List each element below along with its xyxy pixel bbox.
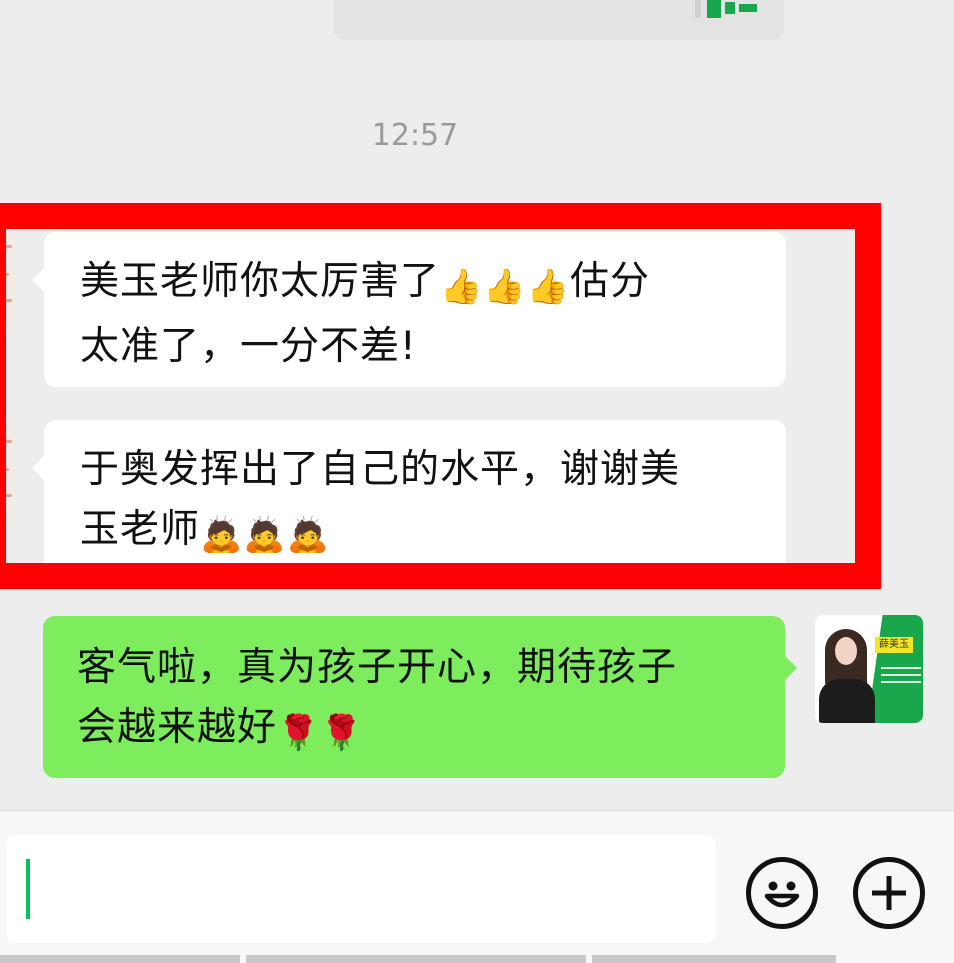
incoming-message-bubble[interactable]: 美玉老师你太厉害了👍👍👍估分 太准了，一分不差! [32,232,786,387]
message-line: 美玉老师你太厉害了👍👍👍估分 [80,252,756,317]
message-line: 会越来越好🌹🌹 [77,698,755,763]
message-line: 玉老师🙇🙇🙇 [80,500,756,565]
message-text: 美玉老师你太厉害了 [80,259,441,304]
previous-message-icon [695,0,757,18]
rose-icon: 🌹 [320,713,364,753]
thumbs-up-icon: 👍 [440,267,484,307]
sender-avatar[interactable] [0,225,16,329]
emoji-button[interactable] [746,857,818,929]
bowing-person-icon: 🙇 [286,515,331,555]
outgoing-message-bubble[interactable]: 客气啦，真为孩子开心，期待孩子 会越来越好🌹🌹 [43,616,797,778]
smiley-icon [764,881,800,908]
chat-area[interactable]: 12:57 美玉老师你太厉害了👍👍👍估分 太准了，一分不差! 于奥发挥出了自己的… [0,0,954,810]
more-options-button[interactable] [853,857,925,929]
message-line: 客气啦，真为孩子开心，期待孩子 [77,638,755,698]
message-text: 客气啦，真为孩子开心，期待孩子 [77,645,678,690]
message-text: 会越来越好 [77,705,278,750]
message-text: 估分 [570,259,651,304]
avatar-name-tag: 薛美玉 [875,637,913,653]
thumbs-up-icon: 👍 [526,267,571,307]
avatar-portrait-face [835,637,857,665]
my-avatar[interactable]: 薛美玉 [815,615,923,723]
avatar-text-lines [881,667,921,688]
plus-icon [872,876,906,910]
bowing-person-icon: 🙇 [243,515,287,555]
bottom-scroll-indicator [0,955,954,963]
avatar-portrait-body [819,679,875,723]
message-text: 太准了，一分不差! [80,324,417,369]
message-text: 玉老师 [80,507,201,552]
thumbs-up-icon: 👍 [483,267,527,307]
message-input[interactable] [28,857,688,921]
message-text: 于奥发挥出了自己的水平，谢谢美 [80,447,681,492]
sender-avatar[interactable] [0,422,16,526]
rose-icon: 🌹 [277,713,321,753]
message-line: 于奥发挥出了自己的水平，谢谢美 [80,440,756,500]
message-timestamp: 12:57 [371,118,459,153]
message-input-field[interactable] [6,835,716,943]
incoming-message-bubble[interactable]: 于奥发挥出了自己的水平，谢谢美 玉老师🙇🙇🙇 [32,420,786,575]
input-bar [0,810,954,963]
message-line: 太准了，一分不差! [80,317,756,377]
bowing-person-icon: 🙇 [200,515,244,555]
